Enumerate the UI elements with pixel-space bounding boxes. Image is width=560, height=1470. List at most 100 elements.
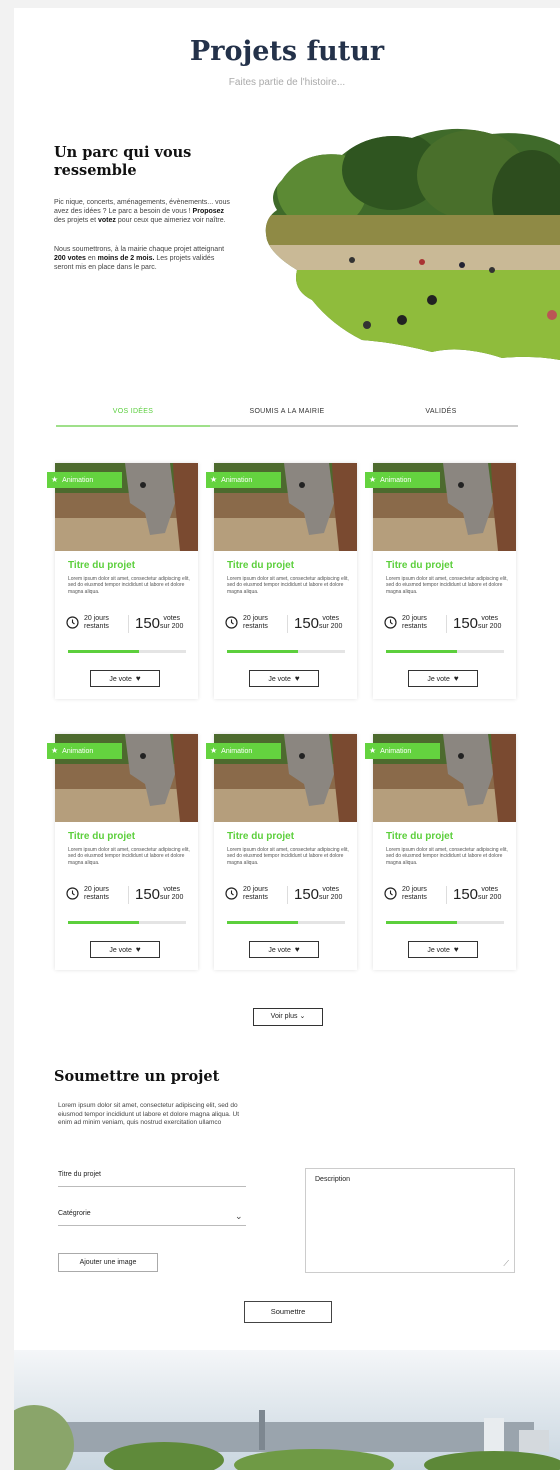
days-remaining: 20 jours restants xyxy=(402,615,427,630)
clock-icon xyxy=(66,616,79,629)
vote-progress-bar xyxy=(68,921,186,924)
divider xyxy=(446,886,447,904)
clock-icon xyxy=(66,887,79,900)
add-image-button[interactable]: Ajouter une image xyxy=(58,1253,158,1272)
park-photo xyxy=(265,128,560,360)
project-card: ★ Animation Titre du projet Lorem ipsum d… xyxy=(365,734,516,970)
days-remaining: 20 jours restants xyxy=(243,615,268,630)
submit-button[interactable]: Soumettre xyxy=(244,1301,332,1323)
vote-button[interactable]: Je vote ♥ xyxy=(90,670,160,687)
tab-divider xyxy=(210,425,518,427)
project-title-input[interactable] xyxy=(58,1186,246,1187)
tab-vos-idees[interactable]: VOS IDÉES xyxy=(56,408,210,415)
heart-icon: ♥ xyxy=(135,674,141,683)
vote-progress-fill xyxy=(227,921,298,924)
project-title-label: Titre du projet xyxy=(58,1171,101,1178)
project-title[interactable]: Titre du projet xyxy=(68,831,135,842)
vote-progress-fill xyxy=(68,921,139,924)
days-remaining: 20 jours restants xyxy=(402,886,427,901)
clock-icon xyxy=(225,616,238,629)
description-label: Description xyxy=(315,1176,351,1183)
project-description: Lorem ipsum dolor sit amet, consectetur … xyxy=(68,847,190,866)
project-title[interactable]: Titre du projet xyxy=(227,560,294,571)
project-card: ★ Animation Titre du projet Lorem ipsum d… xyxy=(365,463,516,699)
page: Projets futur Faites partie de l'histoir… xyxy=(14,8,560,1470)
vote-count: 150 xyxy=(453,886,479,903)
intro-heading-line1: Un parc qui vous xyxy=(54,144,192,161)
submit-text: Lorem ipsum dolor sit amet, consectetur … xyxy=(58,1102,240,1126)
vote-count: 150 xyxy=(135,615,161,632)
vote-progress-bar xyxy=(68,650,186,653)
project-title[interactable]: Titre du projet xyxy=(227,831,294,842)
star-icon: ★ xyxy=(51,475,59,484)
intro-paragraph-1: Pic nique, concerts, aménagements, évène… xyxy=(54,199,230,224)
vote-progress-fill xyxy=(386,921,457,924)
project-description: Lorem ipsum dolor sit amet, consectetur … xyxy=(386,576,508,595)
load-more-button[interactable]: Voir plus ⌄ xyxy=(253,1008,323,1026)
heart-icon: ♥ xyxy=(453,674,459,683)
star-icon: ★ xyxy=(51,746,59,755)
vote-progress-fill xyxy=(386,650,457,653)
category-badge: ★ Animation xyxy=(206,472,281,488)
star-icon: ★ xyxy=(210,746,218,755)
star-icon: ★ xyxy=(210,475,218,484)
project-title[interactable]: Titre du projet xyxy=(386,831,453,842)
tab-valides[interactable]: VALIDÉS xyxy=(364,408,518,415)
tab-soumis-mairie[interactable]: SOUMIS A LA MAIRIE xyxy=(210,408,364,415)
resize-grip-icon[interactable]: ⟋ xyxy=(503,1259,509,1269)
heart-icon: ♥ xyxy=(453,945,459,954)
days-remaining: 20 jours restants xyxy=(243,886,268,901)
category-select[interactable] xyxy=(58,1225,246,1226)
intro-heading-line2: ressemble xyxy=(54,162,143,179)
chevron-down-icon[interactable]: ⌄ xyxy=(235,1211,243,1222)
submit-heading: Soumettre un projet xyxy=(54,1068,226,1085)
clock-icon xyxy=(384,616,397,629)
category-badge: ★ Animation xyxy=(47,472,122,488)
divider xyxy=(446,615,447,633)
vote-button[interactable]: Je vote ♥ xyxy=(249,670,319,687)
vote-button[interactable]: Je vote ♥ xyxy=(408,941,478,958)
vote-button[interactable]: Je vote ♥ xyxy=(90,941,160,958)
vote-progress-fill xyxy=(227,650,298,653)
divider xyxy=(287,886,288,904)
star-icon: ★ xyxy=(369,746,377,755)
vote-progress-bar xyxy=(227,650,345,653)
page-subtitle: Faites partie de l'histoire... xyxy=(228,77,346,88)
vote-goal: votes sur 200 xyxy=(478,615,502,630)
city-skyline-photo xyxy=(14,1350,560,1470)
star-icon: ★ xyxy=(369,475,377,484)
days-remaining: 20 jours restants xyxy=(84,886,109,901)
vote-button[interactable]: Je vote ♥ xyxy=(408,670,478,687)
vote-goal: votes sur 200 xyxy=(160,886,184,901)
vote-count: 150 xyxy=(294,615,320,632)
heart-icon: ♥ xyxy=(294,674,300,683)
project-card: ★ Animation Titre du projet Lorem ipsum d… xyxy=(206,734,357,970)
project-description: Lorem ipsum dolor sit amet, consectetur … xyxy=(386,847,508,866)
category-badge: ★ Animation xyxy=(47,743,122,759)
vote-count: 150 xyxy=(294,886,320,903)
category-badge: ★ Animation xyxy=(206,743,281,759)
vote-count: 150 xyxy=(453,615,479,632)
vote-goal: votes sur 200 xyxy=(478,886,502,901)
divider xyxy=(128,886,129,904)
clock-icon xyxy=(384,887,397,900)
vote-goal: votes sur 200 xyxy=(319,886,343,901)
project-title[interactable]: Titre du projet xyxy=(68,560,135,571)
divider xyxy=(128,615,129,633)
project-title[interactable]: Titre du projet xyxy=(386,560,453,571)
project-card: ★ Animation Titre du projet Lorem ipsum d… xyxy=(47,734,198,970)
tabs: VOS IDÉES SOUMIS A LA MAIRIE VALIDÉS xyxy=(56,408,518,430)
days-remaining: 20 jours restants xyxy=(84,615,109,630)
category-badge: ★ Animation xyxy=(365,472,440,488)
project-card: ★ Animation Titre du projet Lorem ipsum d… xyxy=(206,463,357,699)
tab-indicator xyxy=(56,425,210,427)
intro-paragraph-2: Nous soumettrons, à la mairie chaque pro… xyxy=(54,246,225,271)
description-textarea[interactable]: Description ⟋ xyxy=(305,1168,515,1273)
vote-goal: votes sur 200 xyxy=(319,615,343,630)
page-title: Projets futur xyxy=(189,36,385,67)
project-description: Lorem ipsum dolor sit amet, consectetur … xyxy=(227,576,349,595)
project-card: ★ Animation Titre du projet Lorem ipsum d… xyxy=(47,463,198,699)
vote-button[interactable]: Je vote ♥ xyxy=(249,941,319,958)
category-label: Catégrorie xyxy=(58,1210,91,1217)
vote-count: 150 xyxy=(135,886,161,903)
